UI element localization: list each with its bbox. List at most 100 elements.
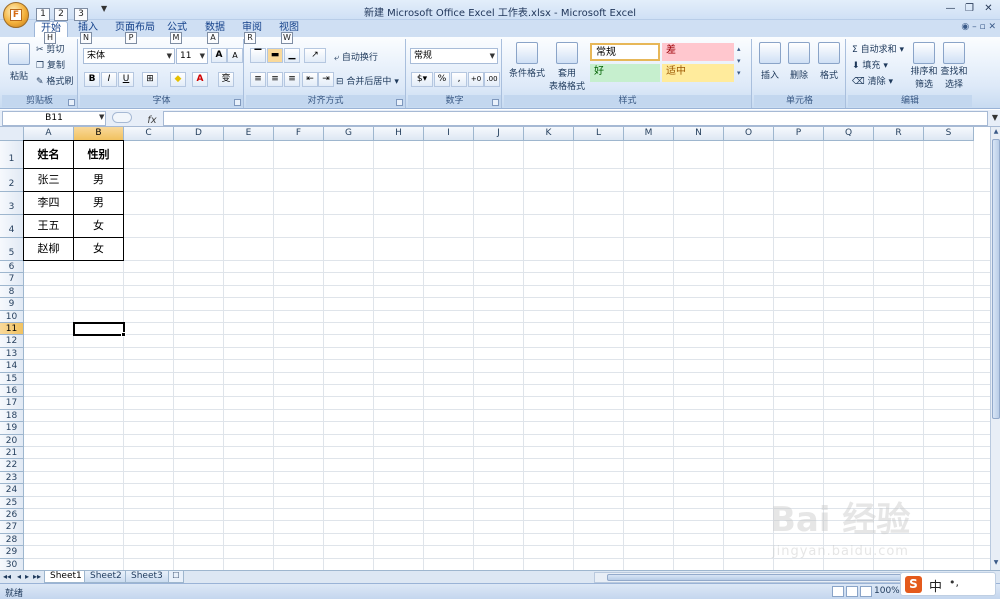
row-header-11[interactable]: 11 xyxy=(0,323,24,336)
sheet-tab-sheet1[interactable]: Sheet1 xyxy=(44,571,88,583)
row-header-27[interactable]: 27 xyxy=(0,521,24,534)
formula-input[interactable] xyxy=(163,111,988,126)
page-break-view-icon[interactable] xyxy=(860,586,872,597)
help-icon[interactable]: ◉ – ▫ ✕ xyxy=(961,22,996,32)
fill-button[interactable]: ⬇ 填充 ▾ xyxy=(852,58,888,71)
grow-font-button[interactable]: A xyxy=(211,48,227,63)
styles-gallery-scroll-icon[interactable]: ▴ ▾ ▾ xyxy=(737,43,741,79)
row-header-1[interactable]: 1 xyxy=(0,141,24,169)
column-header-h[interactable]: H xyxy=(374,127,424,141)
vertical-scroll-thumb[interactable] xyxy=(992,139,1000,419)
clipboard-launcher[interactable] xyxy=(68,99,75,106)
ime-logo-icon[interactable]: S xyxy=(905,576,922,593)
office-button[interactable]: F xyxy=(3,2,29,28)
row-header-6[interactable]: 6 xyxy=(0,261,24,274)
number-launcher[interactable] xyxy=(492,99,499,106)
column-header-a[interactable]: A xyxy=(24,127,74,141)
comma-button[interactable]: , xyxy=(451,72,467,87)
format-cells-button[interactable]: 格式 xyxy=(816,42,842,81)
align-left-icon[interactable]: ≡ xyxy=(250,72,266,87)
column-header-k[interactable]: K xyxy=(524,127,574,141)
font-launcher[interactable] xyxy=(234,99,241,106)
vertical-scrollbar[interactable]: ▲ ▼ xyxy=(990,127,1000,570)
column-header-c[interactable]: C xyxy=(124,127,174,141)
restore-button[interactable]: ❐ xyxy=(961,2,978,16)
column-header-n[interactable]: N xyxy=(674,127,724,141)
insert-cells-button[interactable]: 插入 xyxy=(758,42,782,81)
table-cell[interactable]: 王五 xyxy=(23,214,74,238)
select-all-corner[interactable] xyxy=(0,127,24,141)
row-header-19[interactable]: 19 xyxy=(0,422,24,435)
sheet-tab-sheet3[interactable]: Sheet3 xyxy=(125,571,169,583)
row-header-30[interactable]: 30 xyxy=(0,558,24,570)
column-header-j[interactable]: J xyxy=(474,127,524,141)
align-right-icon[interactable]: ≡ xyxy=(284,72,300,87)
decrease-indent-icon[interactable]: ⇤ xyxy=(302,72,318,87)
paste-button[interactable]: 粘贴 xyxy=(8,43,30,82)
italic-button[interactable]: I xyxy=(101,72,117,87)
table-cell[interactable]: 张三 xyxy=(23,168,74,192)
delete-cells-button[interactable]: 删除 xyxy=(786,42,812,81)
table-cell[interactable]: 李四 xyxy=(23,191,74,215)
table-cell[interactable]: 女 xyxy=(73,237,124,261)
clear-button[interactable]: ⌫ 清除 ▾ xyxy=(852,74,893,87)
column-header-g[interactable]: G xyxy=(324,127,374,141)
scroll-up-icon[interactable]: ▲ xyxy=(992,128,1000,138)
border-button[interactable]: ⊞ xyxy=(142,72,158,87)
table-cell[interactable]: 赵柳 xyxy=(23,237,74,261)
column-header-r[interactable]: R xyxy=(874,127,924,141)
row-header-28[interactable]: 28 xyxy=(0,533,24,547)
row-header-17[interactable]: 17 xyxy=(0,397,24,410)
autosum-button[interactable]: Σ 自动求和 ▾ xyxy=(852,42,904,55)
format-painter-button[interactable]: ✎ 格式刷 xyxy=(36,74,73,87)
table-header-cell[interactable]: 性别 xyxy=(73,140,124,169)
font-size-combo[interactable]: 11 ▼ xyxy=(176,48,208,64)
row-header-23[interactable]: 23 xyxy=(0,471,24,485)
name-box-arrow-icon[interactable]: ▼ xyxy=(99,113,104,121)
row-header-3[interactable]: 3 xyxy=(0,192,24,215)
row-header-22[interactable]: 22 xyxy=(0,459,24,472)
row-header-10[interactable]: 10 xyxy=(0,310,24,323)
row-header-7[interactable]: 7 xyxy=(0,273,24,286)
formula-resize-icon[interactable] xyxy=(112,112,132,123)
orientation-icon[interactable]: ↗ xyxy=(304,48,326,63)
row-header-4[interactable]: 4 xyxy=(0,215,24,238)
table-header-cell[interactable]: 姓名 xyxy=(23,140,74,169)
number-format-combo[interactable]: 常规 ▼ xyxy=(410,48,498,64)
sheet-tab-sheet2[interactable]: Sheet2 xyxy=(84,571,128,583)
row-header-24[interactable]: 24 xyxy=(0,484,24,497)
increase-indent-icon[interactable]: ⇥ xyxy=(318,72,334,87)
column-header-e[interactable]: E xyxy=(224,127,274,141)
normal-view-icon[interactable] xyxy=(832,586,844,597)
next-sheet-icon[interactable]: ▸ xyxy=(25,572,29,581)
style-normal[interactable]: 常规 xyxy=(590,43,660,61)
row-header-21[interactable]: 21 xyxy=(0,447,24,460)
ime-punctuation[interactable]: •, xyxy=(949,576,959,589)
table-cell[interactable]: 女 xyxy=(73,214,124,238)
bold-button[interactable]: B xyxy=(84,72,100,87)
last-sheet-icon[interactable]: ▸▸ xyxy=(33,572,41,581)
style-bad[interactable]: 差 xyxy=(662,43,734,61)
font-color-button[interactable]: A xyxy=(192,72,208,87)
merge-center-button[interactable]: ⊟ 合并后居中 ▾ xyxy=(336,74,399,87)
fx-icon[interactable]: fx xyxy=(147,115,156,126)
wrap-text-button[interactable]: ⤶ 自动换行 xyxy=(334,50,378,63)
column-header-f[interactable]: F xyxy=(274,127,324,141)
row-header-18[interactable]: 18 xyxy=(0,409,24,423)
column-header-m[interactable]: M xyxy=(624,127,674,141)
font-name-combo[interactable]: 宋体 ▼ xyxy=(83,48,175,64)
column-header-b[interactable]: B xyxy=(74,127,124,141)
column-header-o[interactable]: O xyxy=(724,127,774,141)
row-header-25[interactable]: 25 xyxy=(0,496,24,509)
row-header-5[interactable]: 5 xyxy=(0,238,24,261)
table-format-button[interactable]: 套用 表格格式 xyxy=(546,42,588,92)
scroll-down-icon[interactable]: ▼ xyxy=(992,559,1000,569)
column-header-l[interactable]: L xyxy=(574,127,624,141)
minimize-button[interactable]: — xyxy=(942,2,959,16)
accounting-icon[interactable]: $▾ xyxy=(411,72,433,87)
column-header-d[interactable]: D xyxy=(174,127,224,141)
fill-color-button[interactable]: ◆ xyxy=(170,72,186,87)
decrease-decimal-button[interactable]: .00 xyxy=(484,72,500,87)
align-center-icon[interactable]: ≡ xyxy=(267,72,283,87)
row-header-29[interactable]: 29 xyxy=(0,546,24,559)
